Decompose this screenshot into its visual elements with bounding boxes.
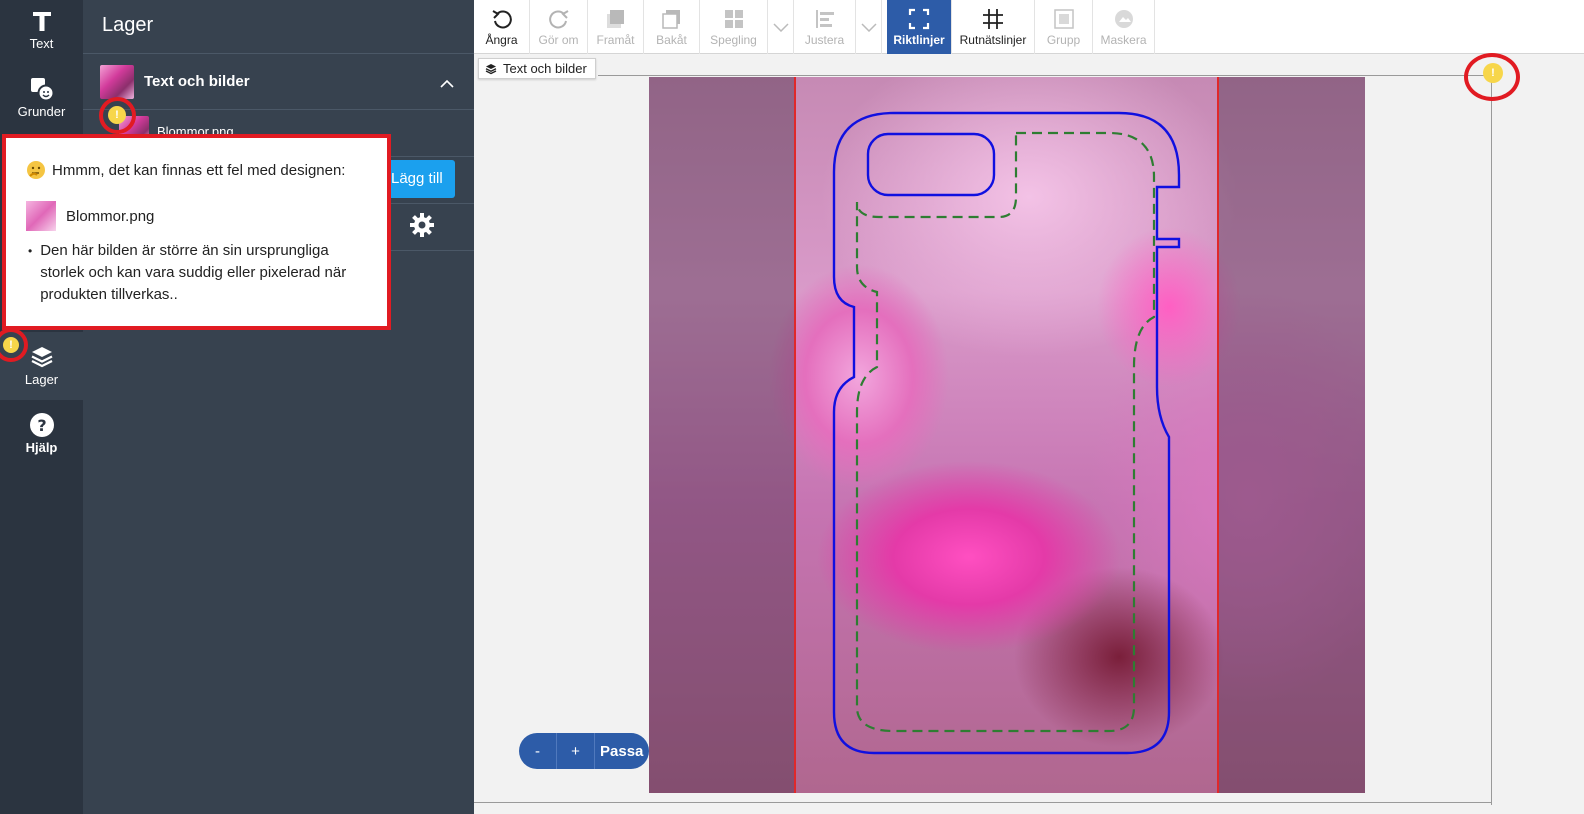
zoom-in-button[interactable]: + — [557, 733, 595, 769]
tool-label: Maskera — [1100, 33, 1147, 47]
warning-icon[interactable]: ! — [3, 337, 19, 353]
popup-message-text: Den här bilden är större än sin ursprung… — [40, 242, 347, 303]
send-backward-button[interactable]: Bakåt — [644, 0, 700, 54]
gridlines-button[interactable]: Rutnätslinjer — [952, 0, 1035, 54]
tool-rail: Text Grunder Lager ? Hjälp — [0, 0, 83, 814]
mask-icon — [1113, 7, 1135, 31]
popup-heading-text: Hmmm, det kan finnas ett fel med designe… — [52, 161, 346, 179]
zoom-controls: - + Passa — [519, 733, 650, 769]
tool-label: Ångra — [485, 33, 518, 47]
thinking-face-icon — [27, 161, 45, 179]
layer-group-label: Text och bilder — [144, 73, 250, 90]
fit-button[interactable]: Passa — [595, 733, 649, 769]
popup-message: • Den här bilden är större än sin urspru… — [28, 240, 368, 306]
layer-group-thumbnail — [100, 65, 134, 99]
add-button[interactable]: Lägg till — [383, 160, 455, 198]
align-button[interactable]: Justera — [794, 0, 856, 54]
chevron-up-icon[interactable] — [440, 75, 454, 93]
toolbar: Ångra Gör om Framåt Bakåt Spegling Juste… — [474, 0, 1584, 54]
chevron-down-icon — [772, 22, 789, 32]
warning-icon[interactable]: ! — [108, 106, 126, 124]
mirror-icon — [723, 7, 745, 31]
popup-heading: Hmmm, det kan finnas ett fel med designe… — [26, 160, 345, 180]
rail-item-label: Hjälp — [25, 440, 58, 455]
rail-item-label: Lager — [24, 372, 59, 387]
rail-item-text[interactable]: Text — [0, 8, 83, 51]
bullet-icon: • — [28, 244, 33, 258]
align-icon — [814, 7, 836, 31]
design-editor: Text Grunder Lager ? Hjälp Lager Text oc… — [0, 0, 1584, 814]
tool-label: Riktlinjer — [893, 33, 945, 47]
file-thumbnail — [26, 201, 56, 231]
canvas-area[interactable]: Text och bilder ! — [474, 53, 1584, 814]
warning-icon[interactable]: ! — [1483, 63, 1503, 83]
layers-icon — [485, 63, 497, 74]
layer-group-row[interactable]: Text och bilder — [83, 55, 474, 109]
panel-title: Lager — [102, 14, 154, 36]
tool-label: Spegling — [710, 33, 757, 47]
tool-label: Bakåt — [656, 33, 687, 47]
rail-item-hjalp[interactable]: ? Hjälp — [0, 412, 83, 455]
gear-icon[interactable] — [409, 212, 435, 238]
mirror-button[interactable]: Spegling — [700, 0, 768, 54]
mirror-dropdown[interactable] — [768, 0, 794, 54]
guidelines-button[interactable]: Riktlinjer — [887, 0, 952, 54]
chevron-down-icon — [860, 22, 877, 32]
tool-label: Justera — [804, 33, 845, 47]
layer-chip-label: Text och bilder — [503, 61, 587, 76]
canvas-border — [598, 75, 1492, 76]
grid-icon — [982, 7, 1004, 31]
rail-item-label: Grunder — [17, 104, 66, 119]
text-icon — [31, 8, 53, 34]
redo-icon — [548, 7, 570, 31]
phone-case-outline — [832, 111, 1181, 755]
align-dropdown[interactable] — [856, 0, 882, 54]
canvas-border — [1491, 75, 1492, 805]
layer-chip[interactable]: Text och bilder — [478, 58, 596, 79]
svg-text:?: ? — [37, 416, 46, 435]
rail-item-label: Text — [29, 36, 54, 51]
layers-panel: Lager Text och bilder Blommor.png Lägg t… — [83, 0, 474, 814]
bring-forward-button[interactable]: Framåt — [588, 0, 644, 54]
undo-button[interactable]: Ångra — [474, 0, 530, 54]
tool-label: Rutnätslinjer — [959, 33, 1027, 47]
zoom-out-button[interactable]: - — [519, 733, 557, 769]
mask-button[interactable]: Maskera — [1093, 0, 1155, 54]
group-button[interactable]: Grupp — [1035, 0, 1093, 54]
canvas-border — [474, 802, 1492, 803]
send-backward-icon — [661, 7, 683, 31]
bring-forward-icon — [605, 7, 627, 31]
tool-label: Framåt — [596, 33, 635, 47]
group-icon — [1053, 7, 1075, 31]
undo-icon — [491, 7, 513, 31]
design-warning-popup: Hmmm, det kan finnas ett fel med designe… — [2, 134, 391, 330]
divider — [83, 53, 474, 54]
redo-button[interactable]: Gör om — [530, 0, 588, 54]
design-canvas[interactable] — [649, 77, 1365, 793]
shapes-icon — [29, 76, 55, 102]
popup-file-row: Blommor.png — [26, 201, 154, 231]
tool-label: Grupp — [1046, 33, 1081, 47]
layers-icon — [30, 344, 54, 370]
tool-label: Gör om — [538, 33, 579, 47]
popup-file-name: Blommor.png — [66, 207, 155, 225]
rail-item-grunder[interactable]: Grunder — [0, 76, 83, 119]
help-icon: ? — [29, 412, 55, 438]
guidelines-icon — [908, 7, 930, 31]
